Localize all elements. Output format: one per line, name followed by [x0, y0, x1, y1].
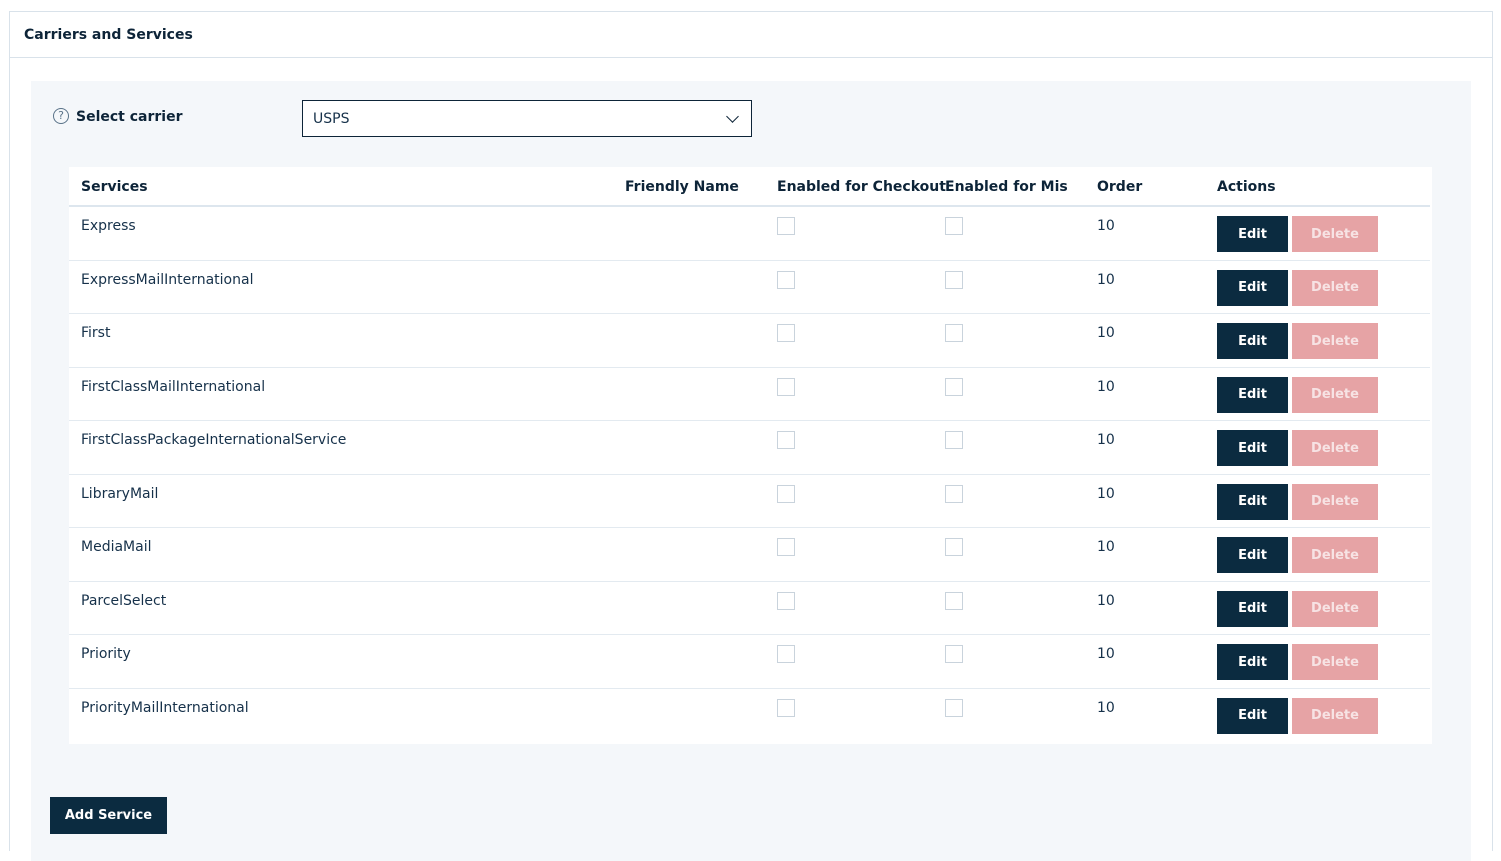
header-friendly-name[interactable]: Friendly Name — [625, 179, 739, 195]
delete-button[interactable]: Delete — [1292, 269, 1378, 306]
order-value: 10 — [1097, 432, 1115, 448]
table-row: FirstClassPackageInternationalService 10 E… — [69, 421, 1430, 475]
table-row: PriorityMailInternational 10 Edit Delete — [69, 689, 1430, 743]
table-row: FirstClassMailInternational 10 Edit Delete — [69, 368, 1430, 421]
order-value: 10 — [1097, 539, 1115, 555]
enabled-mis-checkbox[interactable] — [945, 538, 963, 556]
enabled-mis-checkbox[interactable] — [945, 217, 963, 235]
carriers-panel: Carriers and Services ? Select carrier U… — [9, 11, 1493, 861]
order-value: 10 — [1097, 592, 1115, 609]
enabled-checkout-checkbox[interactable] — [777, 645, 795, 663]
enabled-checkout-checkbox[interactable] — [777, 591, 795, 610]
edit-button[interactable]: Edit — [1217, 376, 1288, 413]
delete-button[interactable]: Delete — [1292, 590, 1378, 627]
enabled-mis-checkbox[interactable] — [945, 324, 963, 342]
service-name: PriorityMailInternational — [81, 699, 249, 716]
order-value: 10 — [1097, 485, 1115, 502]
order-value: 10 — [1097, 378, 1115, 395]
service-name: Express — [81, 218, 136, 234]
delete-button[interactable]: Delete — [1292, 483, 1378, 520]
edit-button[interactable]: Edit — [1217, 697, 1288, 734]
content-area: ? Select carrier USPS Services Friendly … — [31, 81, 1471, 861]
enabled-checkout-checkbox[interactable] — [777, 538, 795, 556]
header-enabled-checkout[interactable]: Enabled for Checkout — [777, 179, 946, 195]
service-name: FirstClassPackageInternationalService — [81, 432, 347, 448]
services-table: Services Friendly Name Enabled for Check… — [69, 167, 1432, 744]
enabled-mis-checkbox[interactable] — [945, 645, 963, 663]
table-row: Express 10 Edit Delete — [69, 207, 1430, 261]
carrier-select-row: ? Select carrier USPS — [53, 100, 753, 137]
enabled-mis-checkbox[interactable] — [945, 377, 963, 396]
order-value: 10 — [1097, 325, 1115, 341]
carrier-select[interactable]: USPS — [302, 100, 752, 137]
chevron-down-icon — [726, 110, 739, 123]
edit-button[interactable]: Edit — [1217, 323, 1288, 359]
table-row: ParcelSelect 10 Edit Delete — [69, 582, 1430, 635]
panel-title: Carriers and Services — [24, 26, 193, 43]
table-row: First 10 Edit Delete — [69, 314, 1430, 368]
header-enabled-mis[interactable]: Enabled for Mis — [945, 179, 1068, 195]
delete-button[interactable]: Delete — [1292, 697, 1378, 734]
enabled-checkout-checkbox[interactable] — [777, 431, 795, 449]
table-header: Services Friendly Name Enabled for Check… — [69, 167, 1430, 207]
enabled-mis-checkbox[interactable] — [945, 591, 963, 610]
question-circle-icon[interactable]: ? — [53, 108, 69, 124]
delete-button[interactable]: Delete — [1292, 537, 1378, 573]
edit-button[interactable]: Edit — [1217, 430, 1288, 466]
table-body: Express 10 Edit Delete ExpressMailInternatio… — [69, 207, 1432, 742]
enabled-checkout-checkbox[interactable] — [777, 270, 795, 289]
header-order[interactable]: Order — [1097, 179, 1142, 195]
delete-button[interactable]: Delete — [1292, 430, 1378, 466]
edit-button[interactable]: Edit — [1217, 644, 1288, 680]
enabled-checkout-checkbox[interactable] — [777, 698, 795, 717]
enabled-checkout-checkbox[interactable] — [777, 484, 795, 503]
panel-header: Carriers and Services — [10, 12, 1492, 58]
table-row: LibraryMail 10 Edit Delete — [69, 475, 1430, 528]
edit-button[interactable]: Edit — [1217, 269, 1288, 306]
add-service-button[interactable]: Add Service — [50, 797, 167, 834]
enabled-checkout-checkbox[interactable] — [777, 324, 795, 342]
service-name: First — [81, 325, 111, 341]
delete-button[interactable]: Delete — [1292, 216, 1378, 252]
order-value: 10 — [1097, 646, 1115, 662]
service-name: ParcelSelect — [81, 592, 167, 609]
table-row: MediaMail 10 Edit Delete — [69, 528, 1430, 582]
enabled-mis-checkbox[interactable] — [945, 431, 963, 449]
service-name: MediaMail — [81, 539, 152, 555]
edit-button[interactable]: Edit — [1217, 590, 1288, 627]
order-value: 10 — [1097, 218, 1115, 234]
service-name: Priority — [81, 646, 131, 662]
enabled-mis-checkbox[interactable] — [945, 698, 963, 717]
enabled-checkout-checkbox[interactable] — [777, 217, 795, 235]
edit-button[interactable]: Edit — [1217, 537, 1288, 573]
delete-button[interactable]: Delete — [1292, 323, 1378, 359]
enabled-mis-checkbox[interactable] — [945, 270, 963, 289]
order-value: 10 — [1097, 271, 1115, 288]
table-row: ExpressMailInternational 10 Edit Delete — [69, 261, 1430, 314]
enabled-checkout-checkbox[interactable] — [777, 377, 795, 396]
delete-button[interactable]: Delete — [1292, 644, 1378, 680]
header-actions: Actions — [1217, 179, 1276, 195]
service-name: LibraryMail — [81, 485, 159, 502]
edit-button[interactable]: Edit — [1217, 483, 1288, 520]
edit-button[interactable]: Edit — [1217, 216, 1288, 252]
service-name: FirstClassMailInternational — [81, 378, 266, 395]
order-value: 10 — [1097, 699, 1115, 716]
enabled-mis-checkbox[interactable] — [945, 484, 963, 503]
service-name: ExpressMailInternational — [81, 271, 254, 288]
carrier-select-value: USPS — [313, 110, 350, 127]
header-services[interactable]: Services — [81, 179, 148, 195]
carrier-label: Select carrier — [76, 109, 183, 125]
table-row: Priority 10 Edit Delete — [69, 635, 1430, 689]
delete-button[interactable]: Delete — [1292, 376, 1378, 413]
